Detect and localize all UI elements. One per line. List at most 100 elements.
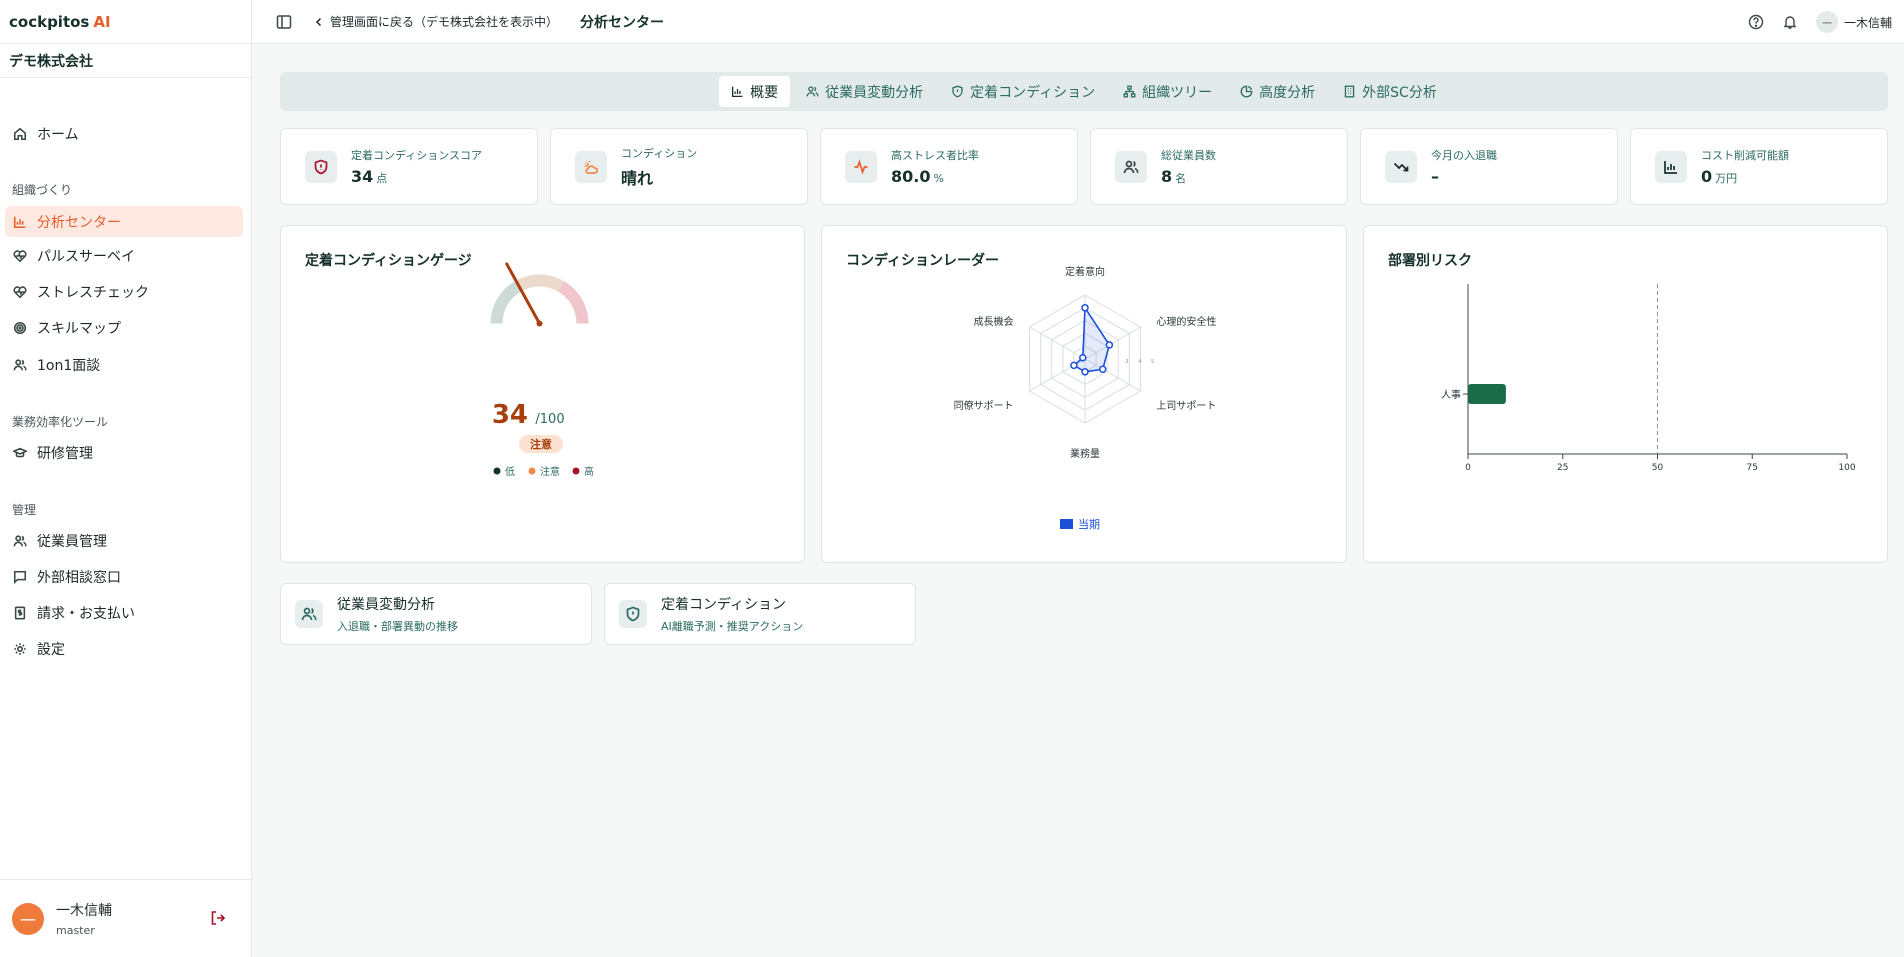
logo-accent: AI — [93, 12, 111, 31]
risk-x-tick-label: 100 — [1838, 463, 1855, 473]
radar-point[interactable] — [1105, 341, 1114, 349]
tab-overview[interactable]: 概要 — [719, 76, 791, 107]
receipt-icon — [14, 606, 26, 619]
radar-point[interactable] — [1098, 365, 1107, 373]
users-icon — [13, 534, 27, 546]
risk-x-tick-label: 75 — [1747, 463, 1758, 473]
risk-x-tick-label: 50 — [1652, 463, 1664, 473]
gauge-arc-mid — [515, 274, 564, 292]
tab-external-sc[interactable]: 外部SC分析 — [1331, 76, 1449, 107]
sidebar-item-label: 研修管理 — [37, 445, 93, 462]
radar-point[interactable] — [1081, 368, 1089, 376]
radar-axis-label: 定着意向 — [1065, 265, 1105, 278]
radar-legend-swatch — [1060, 519, 1073, 529]
user-avatar[interactable]: 一 — [12, 902, 44, 935]
sidebar-item-employees[interactable]: 従業員管理 — [5, 525, 243, 556]
gear-icon — [14, 642, 26, 655]
radar-tick-label: 4 — [1138, 359, 1141, 365]
network-icon — [1123, 85, 1136, 98]
user-name: 一木信輔 — [56, 903, 112, 919]
radar-tick-label: 3 — [1125, 359, 1128, 365]
sidebar-item-settings[interactable]: 設定 — [5, 633, 243, 664]
shield-alert-icon — [314, 159, 328, 174]
bar-chart-icon — [732, 86, 743, 98]
kpi-label: 今月の入退職 — [1431, 149, 1497, 162]
sidebar-item-label: 1on1面談 — [37, 357, 101, 374]
kpi-icon-box — [1655, 150, 1687, 183]
panel-title: コンディションレーダー — [846, 253, 1000, 269]
legend-low: 低 — [505, 465, 515, 478]
building-icon — [1344, 85, 1355, 98]
tab-label: 概要 — [750, 84, 779, 101]
risk-category-label: 人事 — [1441, 388, 1461, 401]
radar-point[interactable] — [1070, 361, 1078, 370]
page-title: 分析センター — [580, 14, 665, 31]
radar-axis-label: 成長機会 — [974, 315, 1014, 328]
sidebar-item-stress[interactable]: ストレスチェック — [5, 276, 243, 307]
kpi-icon-box — [575, 150, 607, 183]
sidebar-item-label: 設定 — [37, 641, 65, 658]
legend-dot-high — [572, 467, 580, 475]
radar-chart: 5 4 3 定着意向心理的安全性上司サポート業務量 同僚サポート 成長機会 当期 — [954, 265, 1217, 531]
legend-high: 高 — [584, 465, 594, 478]
tab-retention-condition[interactable]: 定着コンディション — [939, 76, 1107, 107]
sidebar-item-label: ストレスチェック — [37, 284, 149, 301]
radar-point[interactable] — [1079, 353, 1087, 362]
sidebar-item-skill[interactable]: スキルマップ — [5, 312, 243, 343]
tab-label: 従業員変動分析 — [825, 84, 924, 101]
shield-icon — [952, 85, 963, 98]
sidebar-item-home[interactable]: ホーム — [5, 118, 243, 149]
gauge-panel: 定着コンディションゲージ 34 /100 注意 低 注意 高 — [280, 225, 805, 563]
radar-tick-label: 5 — [1151, 359, 1154, 365]
current-user: 一 一木信輔 master — [0, 879, 252, 957]
sidebar-section-org: 組織づくり — [12, 183, 73, 197]
bar-chart-icon — [1664, 160, 1677, 174]
tab-advanced-analysis[interactable]: 高度分析 — [1228, 76, 1327, 107]
link-employee-movement[interactable]: 従業員変動分析 入退職・部署異動の推移 — [280, 583, 592, 645]
graduation-cap-icon — [13, 447, 27, 457]
kpi-monthly-join-leave: 今月の入退職 – — [1360, 128, 1618, 205]
kpi-retention-score: 定着コンディションスコア 34 点 — [280, 128, 538, 205]
sidebar-item-billing[interactable]: 請求・お支払い — [5, 597, 243, 628]
tab-org-tree[interactable]: 組織ツリー — [1111, 76, 1224, 107]
app-logo[interactable]: cockpitos AI — [0, 0, 251, 44]
logout-icon[interactable] — [210, 910, 226, 926]
header-user-menu[interactable]: 一 一木信輔 — [1815, 11, 1892, 33]
radar-panel: コンディションレーダー 5 4 3 定着意向 心理的安全性 上司サポート 業務量 同僚サポー… — [821, 225, 1347, 563]
sidebar-item-training[interactable]: 研修管理 — [5, 437, 243, 468]
radar-legend-label[interactable]: 当期 — [1078, 517, 1100, 531]
link-icon-box — [295, 600, 323, 628]
back-to-admin-link[interactable]: 管理画面に戻る（デモ株式会社を表示中） — [314, 13, 558, 30]
kpi-value: 34 — [351, 167, 374, 186]
kpi-icon-box — [1115, 150, 1147, 183]
link-subtitle: AI離職予測・推奨アクション — [661, 620, 804, 633]
sidebar-item-label: 請求・お支払い — [37, 605, 135, 622]
sidebar-item-1on1[interactable]: 1on1面談 — [5, 349, 243, 380]
link-retention-condition[interactable]: 定着コンディション AI離職予測・推奨アクション — [604, 583, 916, 645]
help-icon[interactable] — [1748, 14, 1764, 30]
users-icon — [806, 86, 819, 97]
kpi-unit: % — [933, 172, 944, 185]
link-subtitle: 入退職・部署異動の推移 — [337, 620, 458, 633]
logo-text: cockpitos — [9, 12, 90, 31]
sidebar-item-analysis[interactable]: 分析センター — [5, 206, 243, 237]
panel-title: 部署別リスク — [1388, 253, 1472, 269]
pie-chart-icon — [1240, 85, 1253, 98]
sidebar-item-label: 分析センター — [37, 214, 121, 231]
radar-point[interactable] — [1081, 304, 1089, 312]
tab-employee-movement[interactable]: 従業員変動分析 — [794, 76, 935, 107]
trending-down-icon — [1393, 162, 1409, 171]
risk-bar[interactable] — [1468, 384, 1506, 404]
sidebar-item-consult[interactable]: 外部相談窓口 — [5, 561, 243, 592]
gauge-value: 34 — [492, 400, 528, 430]
bell-icon[interactable] — [1782, 14, 1798, 30]
sidebar-item-pulse[interactable]: パルスサーベイ — [5, 240, 243, 271]
kpi-unit: 点 — [376, 172, 388, 185]
analysis-tabs: 概要 従業員変動分析 定着コンディション 組織ツリー 高度分析 外部SC分析 — [280, 72, 1888, 111]
kpi-label: 高ストレス者比率 — [891, 149, 979, 162]
company-name: デモ株式会社 — [0, 44, 251, 78]
sidebar-toggle-icon[interactable] — [276, 14, 292, 30]
target-icon — [13, 321, 27, 334]
sidebar-item-label: 外部相談窓口 — [37, 569, 121, 586]
user-role: master — [56, 924, 95, 937]
